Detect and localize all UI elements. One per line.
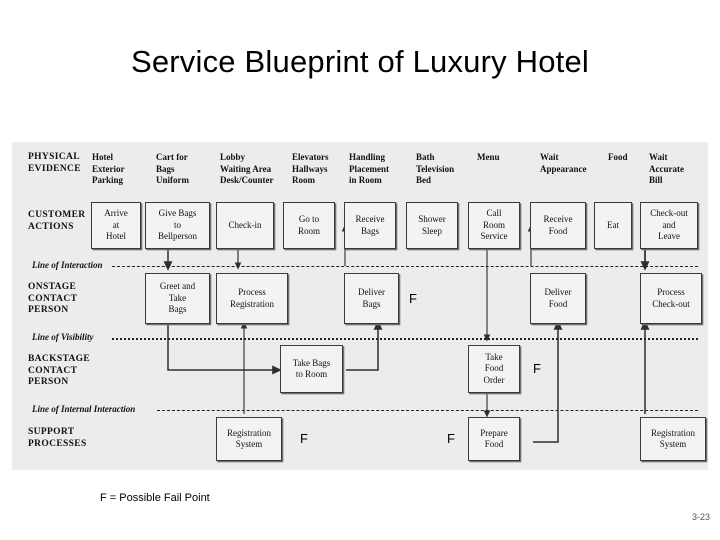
customer-action-arrive-at-hotel[interactable]: Arrive at Hotel (91, 202, 141, 249)
customer-action-check-out-and-leave[interactable]: Check-out and Leave (640, 202, 698, 249)
service-blueprint-diagram: PHYSICAL EVIDENCE CUSTOMER ACTIONS ONSTA… (12, 142, 708, 470)
fail-point-marker-take-food-order: F (533, 361, 541, 376)
customer-action-receive-food[interactable]: Receive Food (530, 202, 586, 249)
fail-point-legend: F = Possible Fail Point (100, 492, 210, 504)
support-registration-system-left[interactable]: Registration System (216, 417, 282, 461)
row-label-onstage-contact-person: ONSTAGE CONTACT PERSON (28, 282, 78, 315)
page-title: Service Blueprint of Luxury Hotel (130, 44, 590, 79)
customer-action-check-in[interactable]: Check-in (216, 202, 274, 249)
physical-evidence-menu: Menu (477, 152, 500, 162)
page-number: 3-23 (691, 512, 710, 522)
customer-action-go-to-room[interactable]: Go to Room (283, 202, 335, 249)
physical-evidence-cart-for-bags-uniform: Cart for Bags Uniform (156, 152, 189, 185)
support-registration-system-right[interactable]: Registration System (640, 417, 706, 461)
backstage-take-food-order[interactable]: Take Food Order (468, 345, 520, 393)
line-of-visibility-label: Line of Visibility (32, 332, 94, 342)
support-prepare-food[interactable]: Prepare Food (468, 417, 520, 461)
row-label-customer-actions: CUSTOMER ACTIONS (28, 210, 86, 232)
customer-action-call-room-service[interactable]: Call Room Service (468, 202, 520, 249)
customer-action-give-bags-to-bellperson[interactable]: Give Bags to Bellperson (145, 202, 210, 249)
line-of-internal-interaction (157, 410, 698, 411)
row-label-support-processes: SUPPORT PROCESSES (28, 427, 87, 449)
line-of-interaction-label: Line of Interaction (32, 260, 103, 270)
customer-action-receive-bags[interactable]: Receive Bags (344, 202, 396, 249)
onstage-deliver-bags[interactable]: Deliver Bags (344, 273, 399, 324)
physical-evidence-hotel-exterior-parking: Hotel Exterior Parking (92, 152, 125, 185)
row-label-backstage-contact-person: BACKSTAGE CONTACT PERSON (28, 354, 91, 387)
physical-evidence-food: Food (608, 152, 628, 162)
fail-point-marker-deliver-bags: F (409, 291, 417, 306)
onstage-deliver-food[interactable]: Deliver Food (530, 273, 586, 324)
line-of-internal-interaction-label: Line of Internal Interaction (32, 404, 136, 414)
physical-evidence-wait-accurate-bill: Wait Accurate Bill (649, 152, 684, 185)
fail-point-marker-prepare-food: F (447, 431, 455, 446)
physical-evidence-elevators-hallways-room: Elevators Hallways Room (292, 152, 329, 185)
row-label-physical-evidence: PHYSICAL EVIDENCE (28, 152, 81, 174)
onstage-process-check-out[interactable]: Process Check-out (640, 273, 702, 324)
customer-action-shower-sleep[interactable]: Shower Sleep (406, 202, 458, 249)
physical-evidence-lobby-waiting-area-desk-counter: Lobby Waiting Area Desk/Counter (220, 152, 274, 185)
onstage-process-registration[interactable]: Process Registration (216, 273, 288, 324)
line-of-interaction (112, 266, 698, 267)
onstage-greet-and-take-bags[interactable]: Greet and Take Bags (145, 273, 210, 324)
backstage-take-bags-to-room[interactable]: Take Bags to Room (280, 345, 343, 393)
physical-evidence-wait-appearance: Wait Appearance (540, 152, 587, 174)
fail-point-marker-registration-system-left: F (300, 431, 308, 446)
line-of-visibility (112, 338, 698, 340)
customer-action-eat[interactable]: Eat (594, 202, 632, 249)
physical-evidence-bath-television-bed: Bath Television Bed (416, 152, 455, 185)
physical-evidence-handling-placement-in-room: Handling Placement in Room (349, 152, 389, 185)
